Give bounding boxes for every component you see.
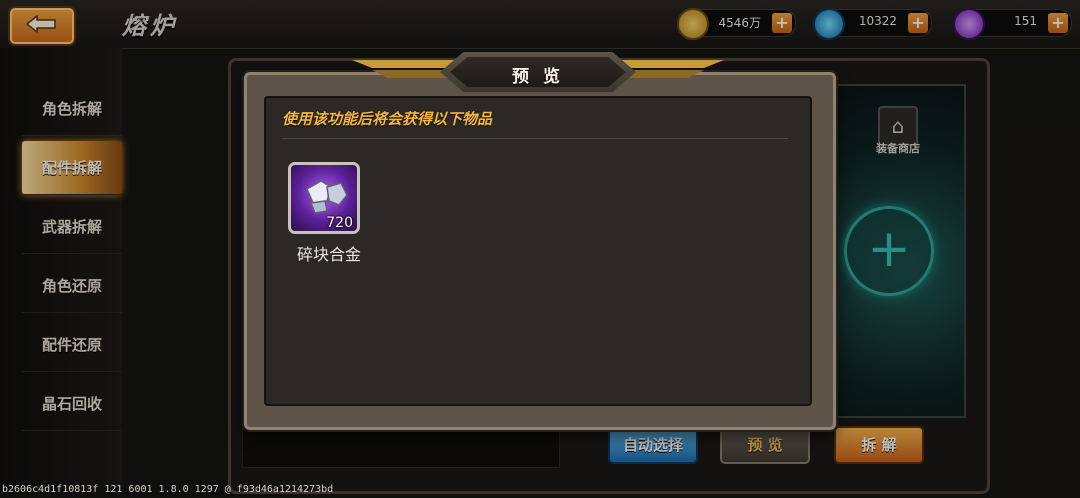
debug-info: b2606c4d1f10813f 121 6001 1.8.0 1297 @ f… — [2, 484, 334, 495]
reward-item-slot[interactable]: 720 — [288, 162, 360, 234]
dialog-description: 使用该功能后将会获得以下物品 — [282, 110, 493, 128]
dialog-title: 预 览 — [512, 67, 564, 87]
item-name: 碎块合金 — [296, 245, 361, 264]
alloy-chunk-icon — [306, 180, 348, 214]
item-count: 720 — [326, 215, 353, 231]
divider — [282, 138, 788, 139]
